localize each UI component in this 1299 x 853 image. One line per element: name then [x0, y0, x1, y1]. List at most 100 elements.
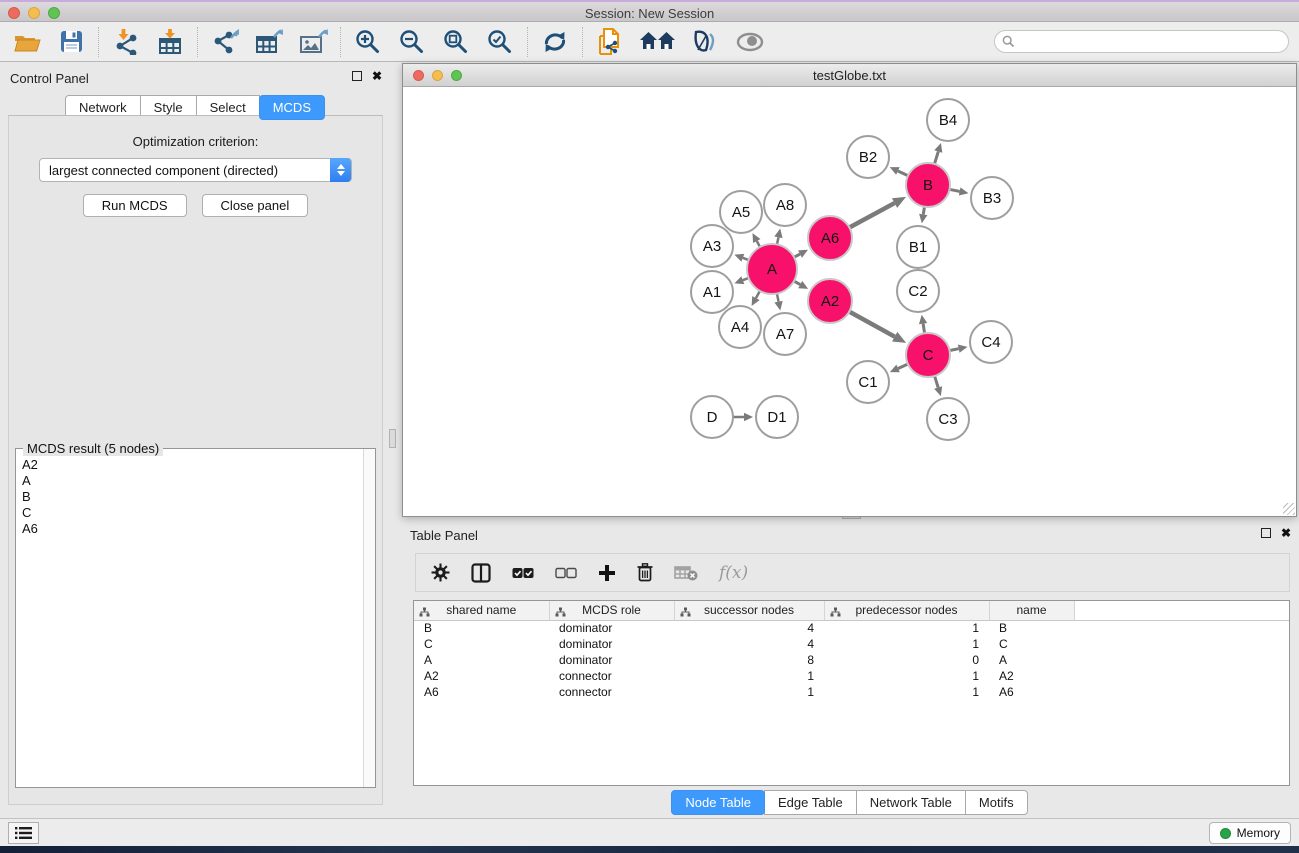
mcds-result-item[interactable]: C: [22, 505, 362, 521]
float-table-panel-icon[interactable]: [1261, 528, 1271, 538]
table-row[interactable]: Bdominator41B: [414, 620, 1289, 636]
open-session-icon[interactable]: [12, 27, 42, 57]
cell-shared-name[interactable]: B: [414, 620, 549, 636]
cell-name[interactable]: C: [989, 636, 1074, 652]
cell-successor-nodes[interactable]: 8: [674, 652, 824, 668]
cell-name[interactable]: A2: [989, 668, 1074, 684]
zoom-in-icon[interactable]: [353, 27, 383, 57]
graph-edge-B-B4[interactable]: [934, 152, 938, 165]
cell-name[interactable]: B: [989, 620, 1074, 636]
apply-layout-icon[interactable]: [540, 27, 570, 57]
cell-shared-name[interactable]: A2: [414, 668, 549, 684]
tab-edge-table[interactable]: Edge Table: [764, 790, 857, 815]
select-all-rows-icon[interactable]: [512, 561, 534, 585]
vertical-divider-handle[interactable]: [389, 429, 396, 448]
graph-node-label-D: D: [707, 409, 718, 426]
cell-mcds-role[interactable]: connector: [549, 684, 674, 700]
cell-successor-nodes[interactable]: 4: [674, 636, 824, 652]
mcds-result-item[interactable]: B: [22, 489, 362, 505]
graph-node-label-C3: C3: [938, 411, 957, 428]
new-network-from-selection-icon[interactable]: [595, 27, 625, 57]
list-icon: [15, 826, 32, 840]
window-resize-handle[interactable]: [1283, 503, 1295, 515]
mcds-result-item[interactable]: A: [22, 473, 362, 489]
task-history-button[interactable]: [8, 822, 39, 844]
run-mcds-button[interactable]: Run MCDS: [83, 194, 187, 217]
search-input[interactable]: [1019, 33, 1288, 51]
search-field[interactable]: [994, 30, 1289, 53]
cell-mcds-role[interactable]: dominator: [549, 620, 674, 636]
criterion-select[interactable]: largest connected component (directed): [39, 158, 352, 182]
network-canvas[interactable]: AA1A2A3A4A5A6A7A8BB1B2B3B4CC1C2C3C4DD1: [403, 87, 1296, 516]
memory-button[interactable]: Memory: [1209, 822, 1291, 844]
save-session-icon[interactable]: [56, 27, 86, 57]
table-row[interactable]: Cdominator41C: [414, 636, 1289, 652]
create-column-icon[interactable]: [598, 561, 616, 585]
search-icon: [1002, 35, 1015, 48]
tab-motifs[interactable]: Motifs: [965, 790, 1028, 815]
zoom-out-icon[interactable]: [397, 27, 427, 57]
cell-empty: [1074, 668, 1289, 684]
graph-edge-arrowhead: [959, 187, 969, 195]
column-header-shared-name[interactable]: shared name: [414, 601, 549, 620]
graph-edge-arrowhead: [774, 301, 782, 311]
function-builder-icon-disabled: f(x): [719, 561, 748, 585]
graph-node-label-B2: B2: [859, 149, 877, 166]
float-panel-icon[interactable]: [352, 71, 362, 81]
zoom-selected-icon[interactable]: [485, 27, 515, 57]
export-image-icon[interactable]: [298, 27, 328, 57]
tab-mcds[interactable]: MCDS: [259, 95, 325, 120]
graph-edge-A2-C[interactable]: [848, 311, 894, 337]
cell-mcds-role[interactable]: dominator: [549, 652, 674, 668]
tab-node-table[interactable]: Node Table: [671, 790, 765, 815]
export-network-icon[interactable]: [210, 27, 240, 57]
table-row[interactable]: A6connector11A6: [414, 684, 1289, 700]
graph-node-label-C: C: [923, 347, 934, 364]
cell-mcds-role[interactable]: dominator: [549, 636, 674, 652]
table-row[interactable]: Adominator80A: [414, 652, 1289, 668]
cell-successor-nodes[interactable]: 1: [674, 668, 824, 684]
column-header-name[interactable]: name: [989, 601, 1074, 620]
close-panel-button[interactable]: Close panel: [202, 194, 309, 217]
graph-edge-A6-B[interactable]: [848, 203, 894, 228]
cell-successor-nodes[interactable]: 1: [674, 684, 824, 700]
graph-node-label-B4: B4: [939, 112, 957, 129]
table-selector-tabs: Node TableEdge TableNetwork TableMotifs: [400, 790, 1299, 815]
cell-predecessor-nodes[interactable]: 1: [824, 684, 989, 700]
zoom-fit-icon[interactable]: [441, 27, 471, 57]
cell-predecessor-nodes[interactable]: 0: [824, 652, 989, 668]
mcds-result-item[interactable]: A2: [22, 457, 362, 473]
export-table-icon[interactable]: [254, 27, 284, 57]
cell-name[interactable]: A: [989, 652, 1074, 668]
node-table[interactable]: shared nameMCDS rolesuccessor nodesprede…: [413, 600, 1290, 786]
show-hide-icon[interactable]: [735, 27, 765, 57]
cell-name[interactable]: A6: [989, 684, 1074, 700]
import-table-icon[interactable]: [155, 27, 185, 57]
result-scrollbar[interactable]: [363, 449, 375, 787]
import-network-icon[interactable]: [111, 27, 141, 57]
cell-predecessor-nodes[interactable]: 1: [824, 668, 989, 684]
cell-shared-name[interactable]: A6: [414, 684, 549, 700]
table-settings-gear-icon[interactable]: [431, 561, 450, 585]
close-table-panel-icon[interactable]: ✖: [1281, 528, 1291, 538]
cell-predecessor-nodes[interactable]: 1: [824, 636, 989, 652]
network-graph[interactable]: AA1A2A3A4A5A6A7A8BB1B2B3B4CC1C2C3C4DD1: [403, 87, 1296, 516]
toggle-graphics-details-icon[interactable]: [691, 27, 721, 57]
cell-empty: [1074, 652, 1289, 668]
column-header-mcds-role[interactable]: MCDS role: [549, 601, 674, 620]
tab-network-table[interactable]: Network Table: [856, 790, 966, 815]
cell-mcds-role[interactable]: connector: [549, 668, 674, 684]
home-icon[interactable]: [639, 27, 677, 57]
cell-successor-nodes[interactable]: 4: [674, 620, 824, 636]
select-columns-icon[interactable]: [471, 561, 491, 585]
deselect-all-rows-icon[interactable]: [555, 561, 577, 585]
table-row[interactable]: A2connector11A2: [414, 668, 1289, 684]
column-header-successor-nodes[interactable]: successor nodes: [674, 601, 824, 620]
cell-shared-name[interactable]: A: [414, 652, 549, 668]
mcds-result-item[interactable]: A6: [22, 521, 362, 537]
cell-predecessor-nodes[interactable]: 1: [824, 620, 989, 636]
cell-shared-name[interactable]: C: [414, 636, 549, 652]
delete-columns-icon[interactable]: [637, 561, 653, 585]
column-header-predecessor-nodes[interactable]: predecessor nodes: [824, 601, 989, 620]
close-panel-icon[interactable]: ✖: [372, 71, 382, 81]
